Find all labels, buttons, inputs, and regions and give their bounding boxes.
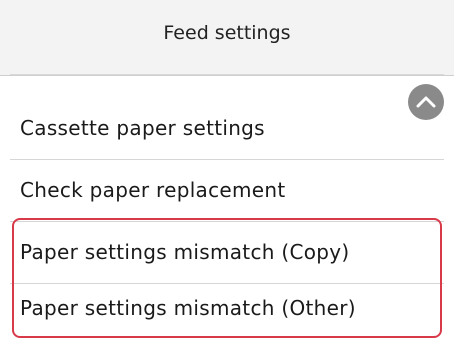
menu-item-label: Paper settings mismatch (Copy) <box>20 239 350 264</box>
menu-item-label: Cassette paper settings <box>20 115 265 140</box>
scroll-up-button[interactable] <box>408 84 444 120</box>
menu-item-check-paper-replacement[interactable]: Check paper replacement <box>10 158 444 222</box>
menu-item-paper-settings-mismatch-copy[interactable]: Paper settings mismatch (Copy) <box>10 220 444 284</box>
page-title: Feed settings <box>163 22 291 44</box>
chevron-up-icon <box>416 96 436 108</box>
menu-item-paper-settings-mismatch-other[interactable]: Paper settings mismatch (Other) <box>10 276 444 340</box>
menu-item-cassette-paper-settings[interactable]: Cassette paper settings <box>10 96 444 160</box>
menu-item-label: Paper settings mismatch (Other) <box>20 296 356 320</box>
menu-item-label: Check paper replacement <box>20 177 286 202</box>
header-divider <box>10 74 444 75</box>
screen-header: Feed settings <box>0 0 454 76</box>
